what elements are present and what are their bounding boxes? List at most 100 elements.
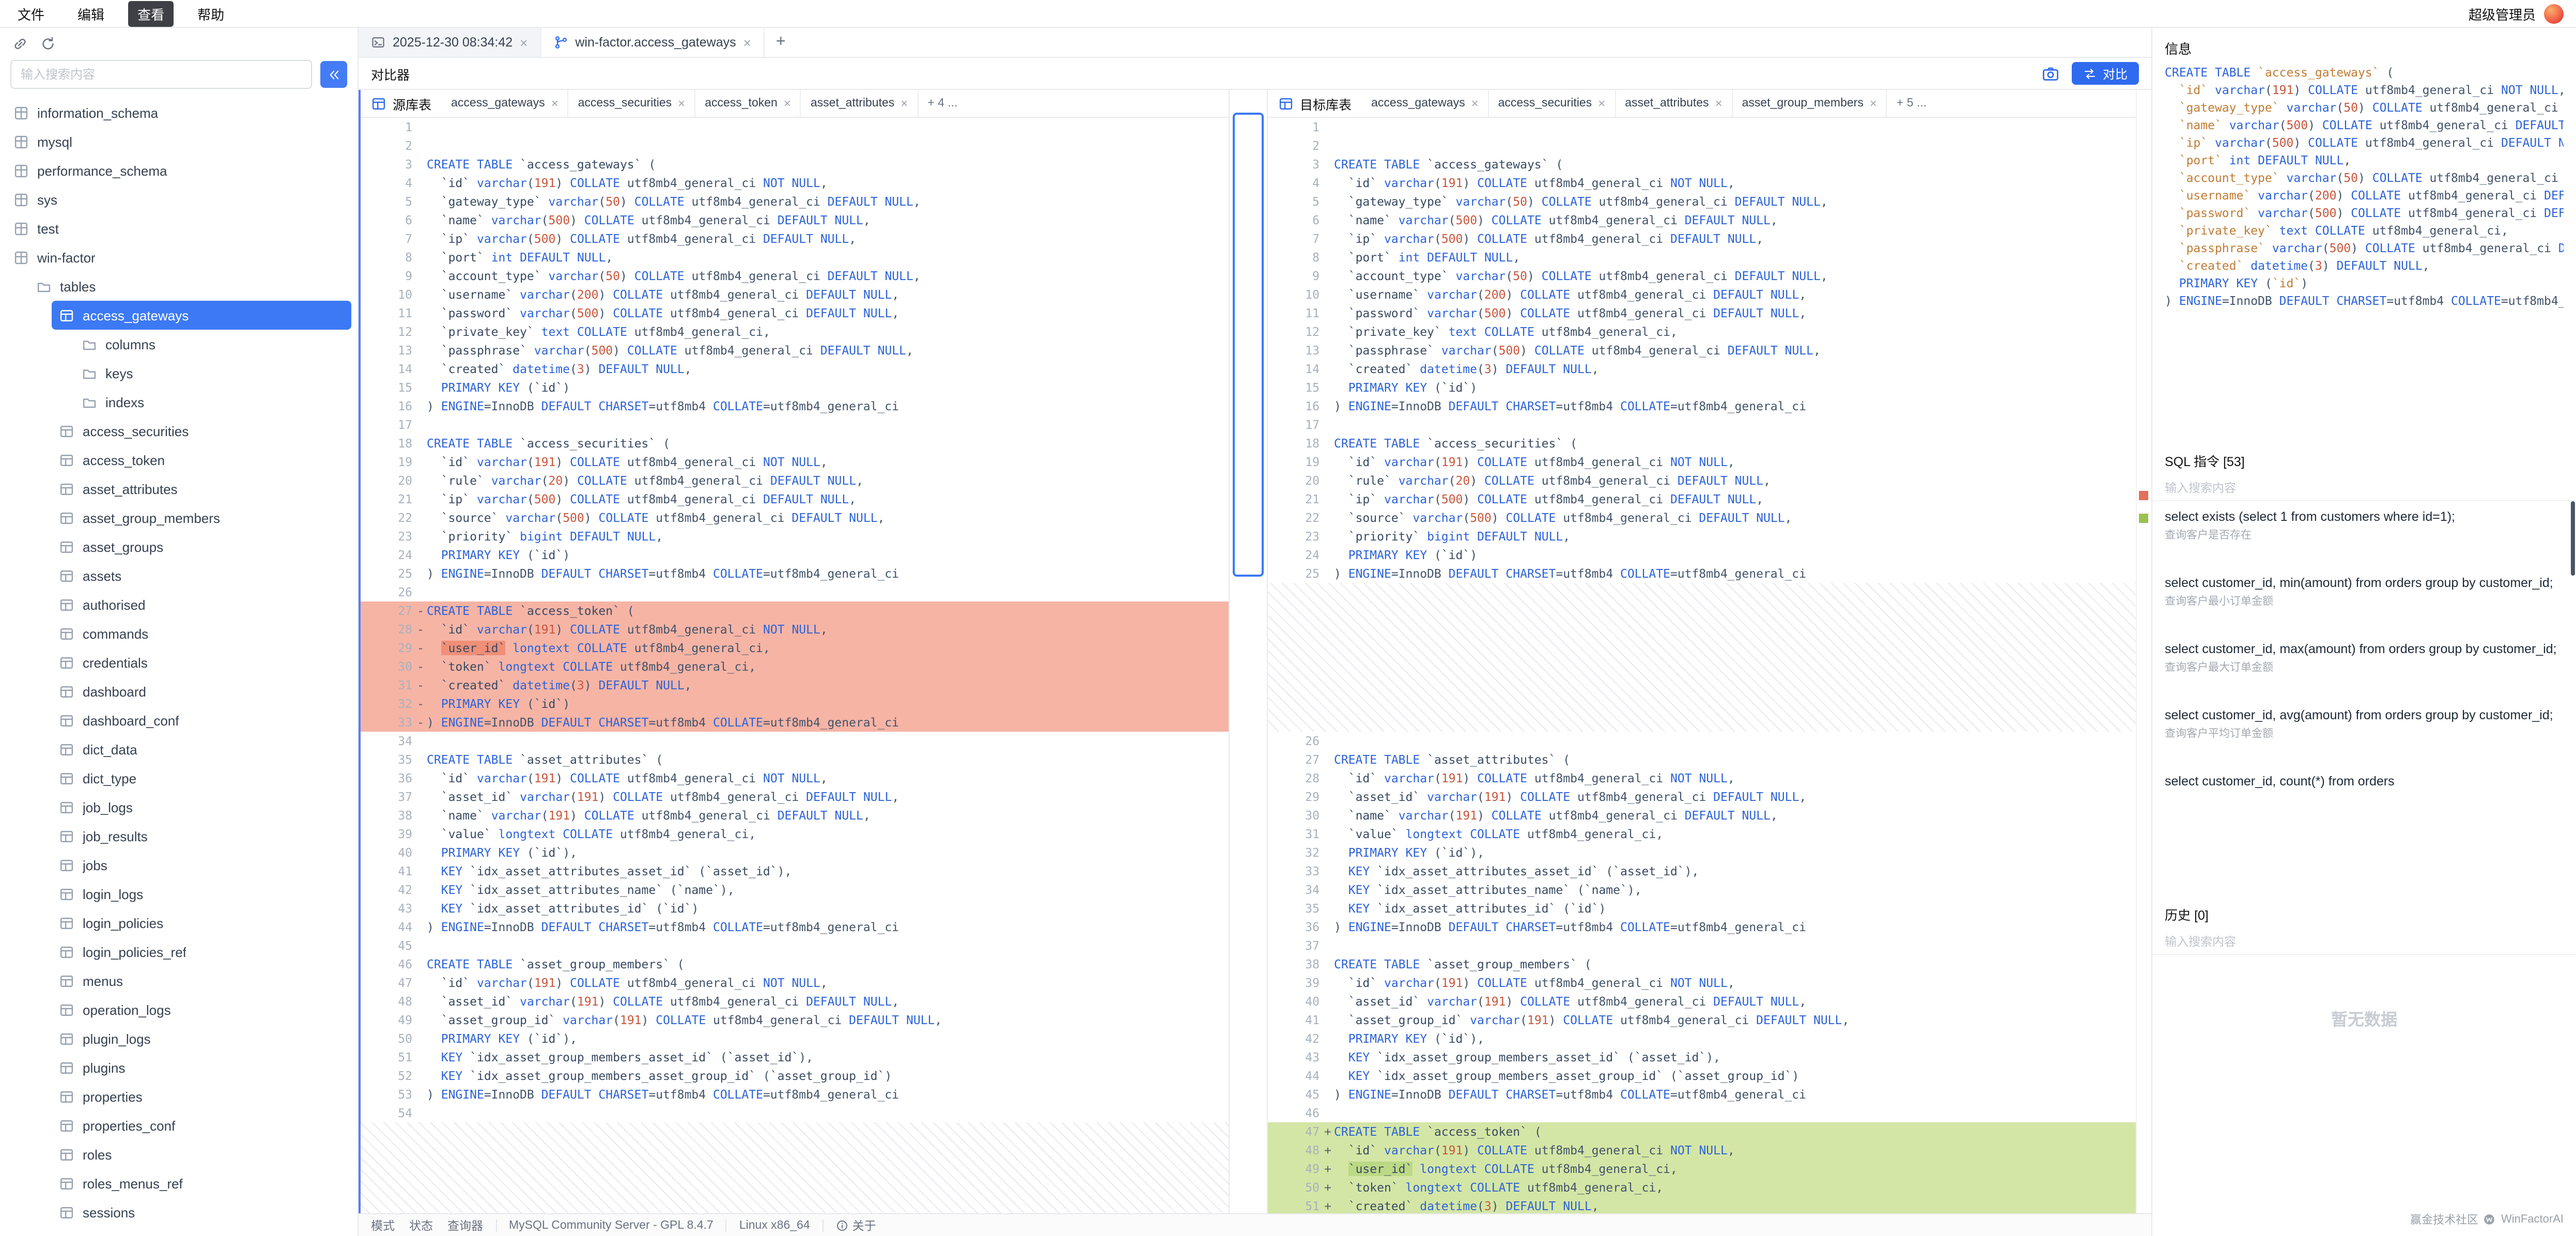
- tree-item-information_schema[interactable]: information_schema: [6, 98, 351, 127]
- tree-item-dashboard_conf[interactable]: dashboard_conf: [52, 706, 351, 735]
- close-icon[interactable]: ×: [1598, 97, 1605, 110]
- refresh-icon[interactable]: [40, 36, 56, 51]
- compare-button[interactable]: 对比: [2072, 62, 2139, 85]
- connection-icon[interactable]: [12, 36, 28, 51]
- tree-item-asset_attributes[interactable]: asset_attributes: [52, 474, 351, 503]
- tree-item-asset_group_members[interactable]: asset_group_members: [52, 503, 351, 532]
- tree-item-access_gateways[interactable]: access_gateways: [52, 301, 351, 330]
- ruler-add-marker[interactable]: [2139, 514, 2148, 523]
- sql-command-item-1[interactable]: select exists (select 1 from customers w…: [2165, 507, 2564, 544]
- code-line: 7 `ip` varchar(500) COLLATE utf8mb4_gene…: [1268, 229, 2136, 248]
- pane-tab-asset_attributes[interactable]: asset_attributes×: [1616, 90, 1732, 117]
- tree-item-plugin_logs[interactable]: plugin_logs: [52, 1024, 351, 1053]
- target-editor[interactable]: 123CREATE TABLE `access_gateways` (4 `id…: [1268, 118, 2136, 1213]
- ruler-delete-marker[interactable]: [2139, 491, 2148, 500]
- panel-scrollbar[interactable]: [2571, 501, 2575, 576]
- tree-item-credentials[interactable]: credentials: [52, 648, 351, 677]
- tree-item-dict_data[interactable]: dict_data: [52, 735, 351, 764]
- close-icon[interactable]: ×: [1715, 97, 1722, 110]
- close-icon[interactable]: ×: [901, 97, 908, 110]
- tree-item-sys[interactable]: sys: [6, 185, 351, 214]
- about-button[interactable]: 关于: [836, 1217, 876, 1233]
- tree-item-keys[interactable]: keys: [74, 359, 351, 388]
- tree-item-job_results[interactable]: job_results: [52, 822, 351, 851]
- tree-item-jobs[interactable]: jobs: [52, 851, 351, 879]
- target-more-tabs[interactable]: + 5 ...: [1887, 97, 1936, 110]
- pane-tab-access_gateways[interactable]: access_gateways×: [1362, 90, 1489, 117]
- diff-scroll-strip[interactable]: [1229, 90, 1268, 1213]
- tree-item-properties_conf[interactable]: properties_conf: [52, 1111, 351, 1140]
- tree-item-access_token[interactable]: access_token: [52, 445, 351, 474]
- close-icon[interactable]: ×: [1870, 97, 1877, 110]
- source-more-tabs[interactable]: + 4 ...: [918, 97, 967, 110]
- tree-item-access_securities[interactable]: access_securities: [52, 416, 351, 445]
- statusbar-menu-状态[interactable]: 状态: [409, 1217, 433, 1233]
- close-icon[interactable]: ×: [743, 36, 751, 49]
- sql-command-item-5[interactable]: select customer_id, count(*) from orders: [2165, 772, 2564, 791]
- tree-item-authorised[interactable]: authorised: [52, 590, 351, 619]
- tab-table-access-gateways[interactable]: win-factor.access_gateways ×: [541, 28, 764, 57]
- sql-search-input[interactable]: [2152, 476, 2576, 501]
- tree-item-plugins[interactable]: plugins: [52, 1053, 351, 1082]
- pane-tab-asset_group_members[interactable]: asset_group_members×: [1733, 90, 1887, 117]
- avatar[interactable]: [2544, 4, 2564, 23]
- tree-item-job_logs[interactable]: job_logs: [52, 793, 351, 822]
- tree-item-assets[interactable]: assets: [52, 561, 351, 590]
- diff-sign: [1322, 248, 1334, 267]
- diff-sign: -: [414, 713, 427, 732]
- close-icon[interactable]: ×: [551, 97, 558, 110]
- tree-item-asset_groups[interactable]: asset_groups: [52, 532, 351, 561]
- tree-item-roles[interactable]: roles: [52, 1140, 351, 1169]
- pane-tab-access_token[interactable]: access_token×: [695, 90, 801, 117]
- tree-item-properties[interactable]: properties: [52, 1082, 351, 1111]
- tree-item-test[interactable]: test: [6, 214, 351, 243]
- tree-item-login_policies_ref[interactable]: login_policies_ref: [52, 937, 351, 966]
- tab-compare-session[interactable]: 2025-12-30 08:34:42 ×: [359, 28, 541, 57]
- close-icon[interactable]: ×: [1471, 97, 1479, 110]
- close-icon[interactable]: ×: [784, 97, 791, 110]
- line-number: 12: [1268, 322, 1322, 341]
- tree-item-sessions[interactable]: sessions: [52, 1198, 351, 1227]
- sql-command-item-3[interactable]: select customer_id, max(amount) from ord…: [2165, 640, 2564, 676]
- sql-command-item-2[interactable]: select customer_id, min(amount) from ord…: [2165, 574, 2564, 610]
- tree-item-dashboard[interactable]: dashboard: [52, 677, 351, 706]
- source-editor[interactable]: 123CREATE TABLE `access_gateways` (4 `id…: [361, 118, 1229, 1213]
- pane-tab-access_gateways[interactable]: access_gateways×: [442, 90, 569, 117]
- tree-item-login_logs[interactable]: login_logs: [52, 879, 351, 908]
- viewport-indicator[interactable]: [1233, 113, 1264, 577]
- tree-item-tables[interactable]: tables: [29, 272, 351, 301]
- diff-sign: [414, 992, 427, 1011]
- tree-item-mysql[interactable]: mysql: [6, 127, 351, 156]
- code-text: ) ENGINE=InnoDB DEFAULT CHARSET=utf8mb4 …: [427, 713, 899, 732]
- pane-tab-access_securities[interactable]: access_securities×: [569, 90, 696, 117]
- tree-item-win-factor[interactable]: win-factor: [6, 243, 351, 272]
- menu-item-2[interactable]: 编辑: [68, 1, 114, 26]
- menu-item-1[interactable]: 文件: [8, 1, 54, 26]
- history-search-input[interactable]: [2152, 930, 2576, 955]
- pane-tab-access_securities[interactable]: access_securities×: [1489, 90, 1616, 117]
- sidebar-search-input[interactable]: [10, 60, 312, 89]
- table-icon: [59, 915, 74, 931]
- diff-sign: [1322, 843, 1334, 862]
- screenshot-camera-icon[interactable]: [2042, 65, 2059, 82]
- overview-ruler[interactable]: [2136, 90, 2151, 1213]
- menu-item-3[interactable]: 查看: [128, 1, 174, 26]
- tree-item-login_policies[interactable]: login_policies: [52, 908, 351, 937]
- tree-item-dict_type[interactable]: dict_type: [52, 764, 351, 793]
- tree-item-menus[interactable]: menus: [52, 966, 351, 995]
- statusbar-menu-查询器[interactable]: 查询器: [447, 1217, 483, 1233]
- sql-command-item-4[interactable]: select customer_id, avg(amount) from ord…: [2165, 706, 2564, 742]
- tree-item-commands[interactable]: commands: [52, 619, 351, 648]
- menu-item-4[interactable]: 帮助: [188, 1, 234, 26]
- tree-item-roles_menus_ref[interactable]: roles_menus_ref: [52, 1169, 351, 1198]
- tree-item-performance_schema[interactable]: performance_schema: [6, 156, 351, 185]
- close-icon[interactable]: ×: [520, 36, 527, 49]
- tree-item-operation_logs[interactable]: operation_logs: [52, 995, 351, 1024]
- statusbar-menu-模式[interactable]: 模式: [371, 1217, 395, 1233]
- new-tab-button[interactable]: +: [765, 28, 797, 57]
- tree-item-columns[interactable]: columns: [74, 330, 351, 359]
- collapse-all-button[interactable]: [320, 61, 347, 88]
- close-icon[interactable]: ×: [678, 97, 685, 110]
- pane-tab-asset_attributes[interactable]: asset_attributes×: [801, 90, 918, 117]
- tree-item-indexs[interactable]: indexs: [74, 388, 351, 416]
